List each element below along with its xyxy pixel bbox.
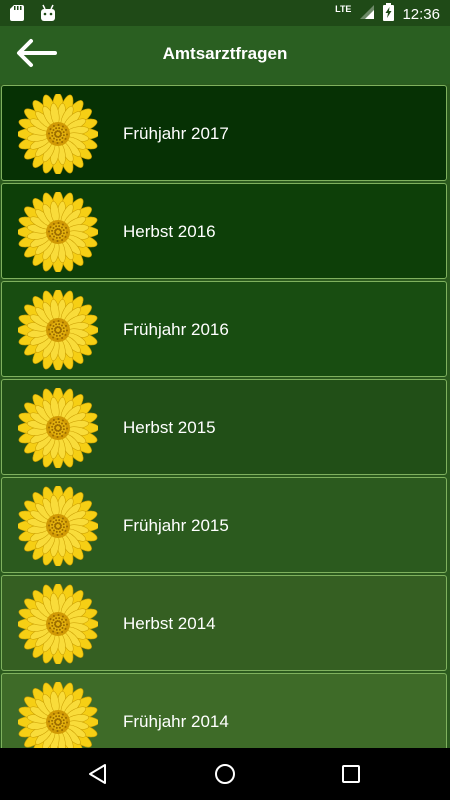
app-bar: Amtsarztfragen: [0, 26, 450, 84]
list-item-label: Frühjahr 2016: [123, 320, 229, 339]
sunflower-icon: [16, 582, 100, 666]
list-item[interactable]: Herbst 2014: [1, 575, 447, 671]
exam-list: Frühjahr 2017 Herbst 2016 Frühjahr 2016 Her…: [0, 84, 450, 748]
network-type: LTE: [335, 4, 352, 14]
list-item[interactable]: Frühjahr 2015: [1, 477, 447, 573]
recents-square-icon: [339, 765, 363, 790]
list-item-label: Frühjahr 2014: [123, 712, 229, 731]
sunflower-icon: [16, 288, 100, 372]
sunflower-icon: [16, 680, 100, 748]
list-item-label: Frühjahr 2017: [123, 124, 229, 143]
signal-icon: [359, 4, 375, 24]
sunflower-icon: [16, 484, 100, 568]
sunflower-icon: [16, 190, 100, 274]
nav-back-button[interactable]: [86, 762, 110, 786]
list-item-label: Herbst 2014: [123, 614, 216, 633]
back-triangle-icon: [86, 764, 110, 790]
list-item[interactable]: Herbst 2016: [1, 183, 447, 279]
battery-charging-icon: [383, 3, 395, 25]
list-item[interactable]: Frühjahr 2014: [1, 673, 447, 748]
nav-recents-button[interactable]: [339, 762, 363, 786]
list-item[interactable]: Frühjahr 2016: [1, 281, 447, 377]
sd-card-icon: [10, 4, 26, 27]
list-item-label: Herbst 2016: [123, 222, 216, 241]
status-bar: LTE 12:36: [0, 0, 450, 26]
list-item-label: Herbst 2015: [123, 418, 216, 437]
navigation-bar: [0, 748, 450, 800]
sunflower-icon: [16, 92, 100, 176]
list-item[interactable]: Frühjahr 2017: [1, 85, 447, 181]
list-item-label: Frühjahr 2015: [123, 516, 229, 535]
nav-home-button[interactable]: [213, 762, 237, 786]
clock: 12:36: [402, 5, 440, 23]
home-circle-icon: [213, 764, 237, 790]
list-item[interactable]: Herbst 2015: [1, 379, 447, 475]
android-icon: [40, 4, 56, 27]
page-title: Amtsarztfragen: [162, 44, 288, 63]
sunflower-icon: [16, 386, 100, 470]
